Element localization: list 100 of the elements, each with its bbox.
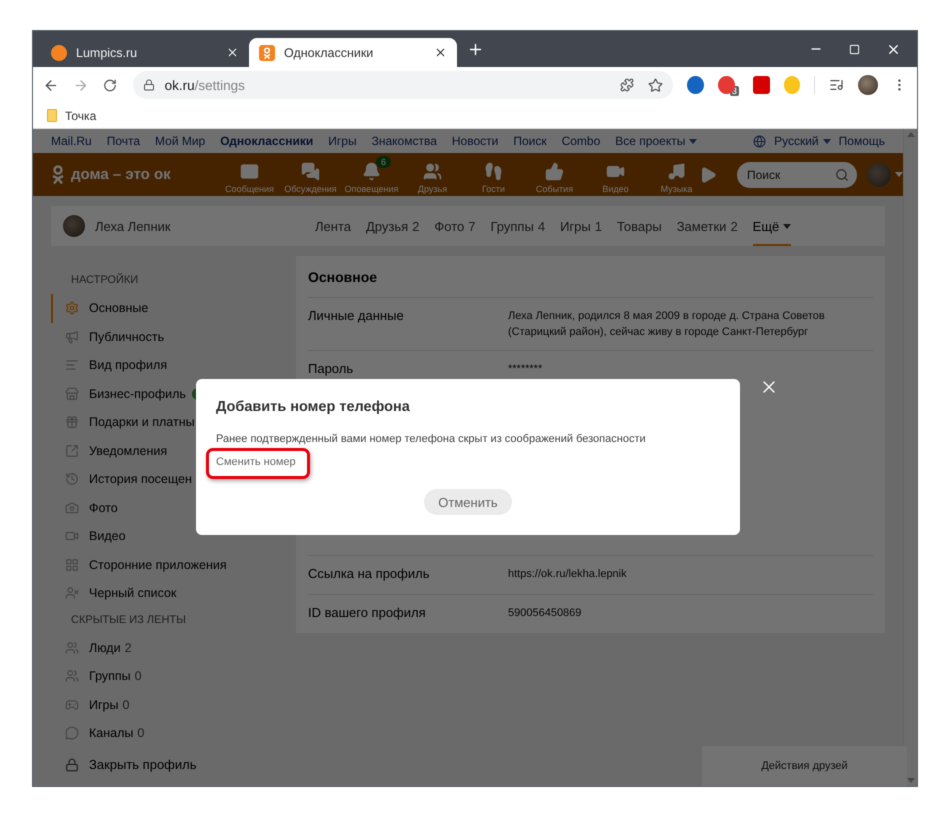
user-avatar[interactable] [63,215,85,237]
nav-item[interactable]: Музыка [646,156,707,194]
nav-item[interactable]: Видео [585,156,646,194]
bell-icon [362,162,381,180]
portal-link[interactable]: Почта [106,134,140,148]
url-text: ok.ru/settings [164,78,245,92]
ok-logo-icon[interactable] [51,164,65,184]
play-icon[interactable] [699,166,717,184]
portal-link[interactable]: Mail.Ru [51,134,92,148]
portal-link[interactable]: Знакомства [372,134,437,148]
grid-icon [65,558,79,572]
site-slogan: дома – это ок [71,166,171,183]
nav-item[interactable]: Друзья [402,156,463,194]
profile-tab[interactable]: Друзья 2 [366,206,420,246]
setting-label: Пароль [308,361,354,378]
nav-item[interactable]: Сообщения [219,156,280,194]
sidebar-item[interactable]: Люди 2 [51,634,286,662]
profile-tab[interactable]: Товары [616,206,662,246]
profile-tab[interactable]: Фото 7 [434,206,476,246]
chat-bubbles-icon [301,162,320,180]
extension-icon[interactable] [687,76,704,94]
nav-item[interactable]: Обсуждения [280,156,341,194]
chat-icon [65,726,79,740]
setting-value: https://ok.ru/lekha.lepnik [508,567,628,582]
browser-tab[interactable]: Одноклассники [249,38,457,67]
blocked-user-icon [65,586,79,600]
camera-icon [65,500,79,515]
portal-link[interactable]: Игры [328,134,357,148]
change-number-link[interactable]: Сменить номер [216,456,296,468]
setting-label: ID вашего профиля [308,605,427,622]
language-menu[interactable]: Русский [774,134,831,148]
friends-activity-panel[interactable]: Действия друзей [702,746,907,786]
nav-label: Музыка [660,184,692,194]
nav-item[interactable]: Гости [463,156,524,194]
extension-icon[interactable] [752,76,770,94]
sidebar-item[interactable]: Основные [51,294,286,322]
nav-label: Друзья [418,184,448,194]
card-title: Основное [308,268,378,287]
globe-icon [753,134,766,148]
help-link[interactable]: Помощь [838,134,885,148]
profile-tab[interactable]: Игры 1 [560,206,602,246]
sidebar-item[interactable]: Видео [51,522,286,550]
folder-icon [47,109,57,122]
portal-link[interactable]: Поиск [513,134,547,148]
sidebar-item[interactable]: Публичность [51,322,286,351]
nav-item[interactable]: 6 Оповещения [341,156,402,194]
browser-tab[interactable]: Lumpics.ru [41,38,249,67]
setting-value: 590056450869 [508,606,582,621]
close-icon[interactable] [434,46,447,59]
section-title: НАСТРОЙКИ [70,272,140,288]
profile-tab[interactable]: Группы 4 [490,206,546,246]
sidebar-item[interactable]: Черный список [51,579,286,608]
lock-icon [65,758,79,772]
thumbs-up-icon [545,162,564,180]
close-icon[interactable] [226,46,239,59]
setting-label: Ссылка на профиль [308,566,430,583]
sidebar-item[interactable]: Фото [51,494,286,522]
star-icon[interactable] [648,78,664,92]
maximize-icon[interactable] [849,44,860,54]
profile-tab[interactable]: Заметки 2 [676,206,738,246]
tab-title: Одноклассники [284,46,374,60]
search-icon[interactable] [835,168,849,182]
bookmark[interactable]: Точка [47,108,96,122]
megaphone-icon [65,330,79,344]
profile-avatar[interactable] [858,75,878,95]
extension-icon[interactable] [718,76,735,94]
sidebar-item[interactable]: Каналы 0 [51,719,286,748]
cancel-button[interactable]: Отменить [424,489,512,515]
portal-link[interactable]: Новости [452,134,498,148]
music-note-icon [667,162,686,180]
search-field[interactable]: Поиск [737,162,857,188]
dialog-text: Ранее подтвержденный вами номер телефона скрыт из соображений безопасности [216,433,647,445]
projects-menu[interactable]: Все проекты [615,134,698,148]
nav-label: Видео [602,184,629,194]
puzzle-icon[interactable] [620,78,634,92]
sidebar-item[interactable]: Сторонние приложения [51,550,286,579]
playlist-icon[interactable] [829,77,844,93]
nav-label: Обсуждения [284,184,337,194]
nav-label: Гости [482,184,505,194]
profile-name: Леха Лепник [95,218,171,234]
profile-tab[interactable]: Лента [315,206,351,246]
sidebar-item[interactable]: Вид профиля [51,351,286,380]
nav-item[interactable]: События [524,156,585,194]
portal-link[interactable]: Одноклассники [220,134,314,148]
footprints-icon [484,162,503,180]
address-bar[interactable]: ok.ru/settings [132,71,674,99]
reload-icon[interactable] [102,78,117,92]
lock-icon [142,79,155,91]
tab-title: Lumpics.ru [76,46,138,60]
gamepad-icon [65,698,79,712]
notification-count: 6 [376,156,392,168]
close-profile-link[interactable]: Закрыть профиль [51,748,286,772]
history-icon [65,472,79,486]
sidebar-item[interactable]: Игры 0 [51,690,286,719]
profile-tab[interactable]: Ещё [752,206,792,246]
nav-label: Сообщения [225,184,274,194]
shop-icon [65,386,79,401]
portal-link[interactable]: Мой Мир [155,134,206,148]
portal-link[interactable]: Combo [562,134,600,148]
sidebar-item[interactable]: Группы 0 [51,662,286,690]
